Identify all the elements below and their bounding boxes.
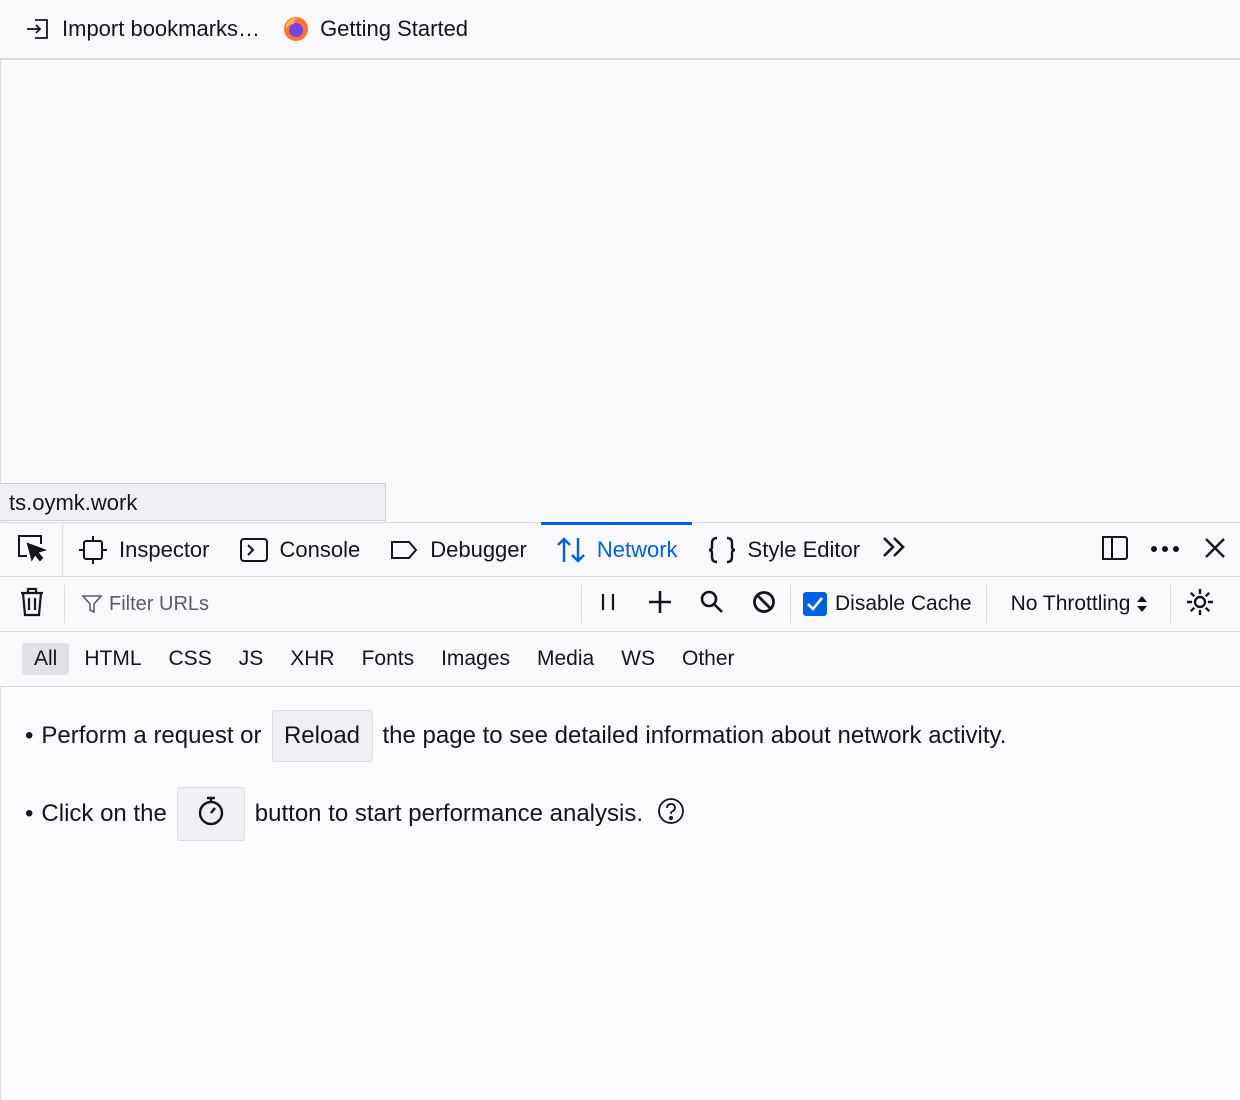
filter-ws[interactable]: WS bbox=[609, 643, 667, 675]
search-icon bbox=[699, 589, 725, 620]
tab-debugger[interactable]: Debugger bbox=[374, 523, 541, 577]
dropdown-arrows-icon bbox=[1136, 594, 1148, 614]
firefox-icon bbox=[282, 15, 310, 43]
getting-started-label: Getting Started bbox=[320, 16, 469, 41]
meatball-menu-icon bbox=[1149, 541, 1181, 559]
network-empty-state: • Perform a request or Reload the page t… bbox=[0, 687, 1240, 1100]
bookmarks-toolbar: Import bookmarks… Getting Started bbox=[0, 0, 1240, 60]
disable-cache-label: Disable Cache bbox=[835, 592, 972, 615]
pause-icon bbox=[597, 591, 619, 618]
filter-html[interactable]: HTML bbox=[72, 643, 153, 675]
throttling-select[interactable]: No Throttling bbox=[987, 592, 1171, 616]
tab-style-editor[interactable]: Style Editor bbox=[692, 523, 875, 577]
console-icon bbox=[238, 534, 270, 566]
devtools-window-controls bbox=[1090, 523, 1240, 577]
tab-inspector[interactable]: Inspector bbox=[63, 523, 224, 577]
request-type-filters: All HTML CSS JS XHR Fonts Images Media W… bbox=[0, 632, 1240, 687]
style-editor-icon bbox=[706, 534, 738, 566]
getting-started-bookmark[interactable]: Getting Started bbox=[282, 9, 468, 49]
tab-network-label: Network bbox=[596, 536, 678, 562]
tab-console[interactable]: Console bbox=[224, 523, 375, 577]
bullet: • bbox=[25, 800, 34, 827]
dock-icon bbox=[1100, 533, 1130, 568]
debugger-icon bbox=[388, 534, 420, 566]
more-tabs-button[interactable] bbox=[874, 523, 914, 577]
filter-urls-placeholder: Filter URLs bbox=[109, 592, 210, 615]
filter-css[interactable]: CSS bbox=[157, 643, 224, 675]
filter-urls-input[interactable]: Filter URLs bbox=[65, 577, 581, 631]
filter-fonts[interactable]: Fonts bbox=[350, 643, 427, 675]
search-button[interactable] bbox=[686, 577, 738, 631]
element-picker-button[interactable] bbox=[0, 522, 63, 577]
filter-icon bbox=[81, 593, 103, 615]
filter-other[interactable]: Other bbox=[670, 643, 747, 675]
block-icon bbox=[751, 589, 777, 620]
reload-button[interactable]: Reload bbox=[271, 710, 373, 762]
meatball-menu-button[interactable] bbox=[1140, 523, 1190, 577]
clear-button[interactable] bbox=[0, 577, 64, 631]
import-bookmarks-label: Import bookmarks… bbox=[62, 16, 261, 41]
dock-button[interactable] bbox=[1090, 523, 1140, 577]
close-devtools-button[interactable] bbox=[1190, 523, 1240, 577]
checkbox-icon bbox=[803, 592, 827, 616]
throttling-label: No Throttling bbox=[1010, 592, 1131, 615]
network-toolbar: Filter URLs Disable Cache No Throttling bbox=[0, 577, 1240, 632]
tab-console-label: Console bbox=[279, 536, 361, 562]
empty-state-line-performance: • Click on the button to start performan… bbox=[25, 787, 685, 841]
import-icon bbox=[24, 15, 52, 43]
tab-network[interactable]: Network bbox=[540, 521, 692, 577]
filter-js[interactable]: JS bbox=[227, 643, 276, 675]
bullet: • bbox=[25, 722, 34, 749]
filter-media[interactable]: Media bbox=[525, 643, 606, 675]
performance-hint-suffix: button to start performance analysis. bbox=[254, 800, 643, 827]
inspector-icon bbox=[77, 534, 109, 566]
disable-cache-checkbox[interactable]: Disable Cache bbox=[791, 592, 986, 616]
settings-button[interactable] bbox=[1171, 577, 1229, 631]
filter-xhr[interactable]: XHR bbox=[278, 643, 346, 675]
devtools-tab-bar: Inspector Console Debugger Network Style… bbox=[0, 521, 1240, 577]
request-blocking-button[interactable] bbox=[738, 577, 790, 631]
page-content-area bbox=[0, 60, 1240, 522]
reload-hint-suffix: the page to see detailed information abo… bbox=[382, 722, 1007, 749]
help-button[interactable] bbox=[657, 797, 685, 832]
element-picker-icon bbox=[15, 532, 48, 567]
tab-inspector-label: Inspector bbox=[119, 536, 210, 562]
filter-images[interactable]: Images bbox=[429, 643, 522, 675]
new-request-button[interactable] bbox=[634, 577, 686, 631]
tab-style-editor-label: Style Editor bbox=[747, 536, 861, 562]
filter-all[interactable]: All bbox=[22, 643, 70, 675]
tab-debugger-label: Debugger bbox=[430, 536, 527, 562]
trash-icon bbox=[19, 587, 45, 622]
help-icon bbox=[657, 797, 685, 832]
add-icon bbox=[647, 589, 673, 620]
network-icon bbox=[555, 534, 587, 566]
empty-state-line-reload: • Perform a request or Reload the page t… bbox=[25, 710, 1006, 762]
more-tabs-icon bbox=[880, 535, 908, 564]
pause-button[interactable] bbox=[582, 577, 634, 631]
status-url: ts.oymk.work bbox=[0, 483, 386, 521]
settings-icon bbox=[1185, 587, 1215, 622]
reload-hint-prefix: Perform a request or bbox=[41, 722, 262, 749]
stopwatch-icon bbox=[196, 795, 226, 834]
import-bookmarks-item[interactable]: Import bookmarks… bbox=[24, 9, 260, 49]
close-icon bbox=[1203, 536, 1227, 565]
performance-hint-prefix: Click on the bbox=[41, 800, 167, 827]
performance-analysis-button[interactable] bbox=[176, 787, 245, 841]
